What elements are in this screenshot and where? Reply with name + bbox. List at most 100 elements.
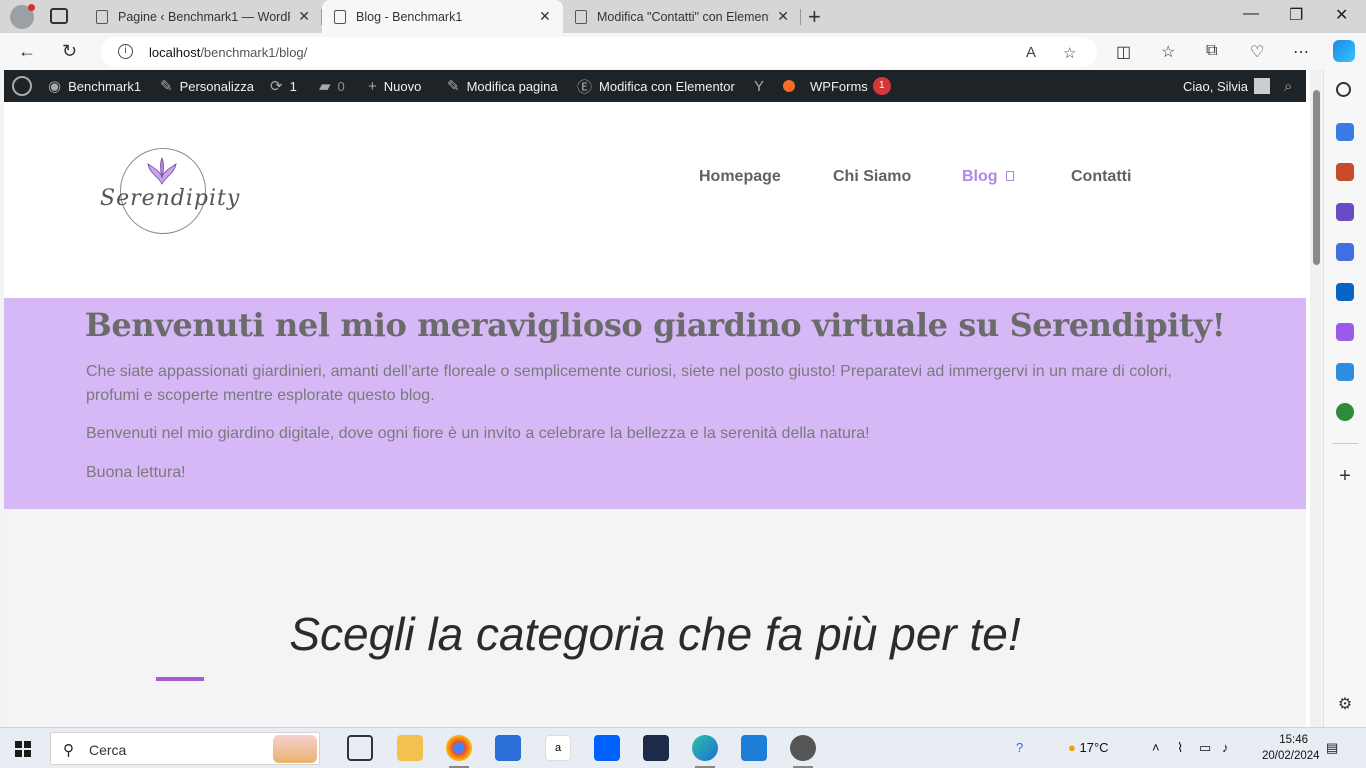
edit-elementor-label: Modifica con Elementor <box>599 78 735 94</box>
taskbar-search[interactable]: ⚲ Cerca <box>50 732 320 765</box>
microsoft-store-icon[interactable] <box>495 735 521 761</box>
updates-link[interactable]: ⟳ 1 <box>270 70 297 102</box>
close-window-button[interactable]: ✕ <box>1335 5 1348 25</box>
show-hidden-icons-chevron-icon[interactable]: ˄ <box>1152 740 1160 755</box>
github-desktop-icon[interactable] <box>790 735 816 768</box>
nav-blog-label: Blog <box>962 168 998 185</box>
nav-chi-siamo[interactable]: Chi Siamo <box>833 168 911 186</box>
search-icon[interactable] <box>1336 82 1351 97</box>
tree-icon[interactable] <box>1336 403 1354 421</box>
help-icon[interactable]: ? <box>1016 740 1023 755</box>
yoast-icon: Y <box>754 77 765 95</box>
close-icon[interactable]: ✕ <box>777 8 789 25</box>
collections-icon[interactable]: ⧉ <box>1206 42 1217 60</box>
favorite-star-icon[interactable]: ☆ <box>1063 44 1076 62</box>
page-scrollbar[interactable] <box>1310 70 1323 727</box>
windows-start-icon[interactable] <box>15 741 31 757</box>
games-chess-icon[interactable] <box>1336 203 1354 221</box>
profile-avatar[interactable] <box>10 4 35 29</box>
scrollbar-thumb[interactable] <box>1313 90 1320 265</box>
new-content-link[interactable]: + Nuovo <box>368 70 421 102</box>
send-paper-plane-icon[interactable] <box>1336 363 1354 381</box>
page-icon <box>96 9 108 24</box>
pencil-icon: ✎ <box>447 78 460 95</box>
nav-contatti[interactable]: Contatti <box>1071 168 1131 186</box>
address-bar[interactable]: i localhost/benchmark1/blog/ A ☆ <box>101 37 1097 67</box>
customize-link[interactable]: ✎ Personalizza <box>160 70 254 102</box>
system-clock[interactable]: 15:46 20/02/2024 <box>1262 732 1320 764</box>
tab-actions-icon[interactable] <box>50 8 68 24</box>
chrome-icon[interactable] <box>446 735 472 768</box>
nav-blog[interactable]: Blog <box>962 168 1014 186</box>
favorites-icon[interactable]: ☆ <box>1161 42 1175 62</box>
close-icon[interactable]: ✕ <box>539 8 551 25</box>
wp-admin-bar: ◉ Benchmark1 ✎ Personalizza ⟳ 1 ▰ 0 + Nuovo ✎… <box>4 70 1306 102</box>
intro-paragraph-3: Buona lettura! <box>86 464 186 481</box>
site-header: Serendipity Homepage Chi Siamo Blog Cont… <box>4 102 1306 298</box>
comments-link[interactable]: ▰ 0 <box>319 70 345 102</box>
tools-briefcase-icon[interactable] <box>1336 163 1354 181</box>
read-aloud-icon[interactable]: A <box>1026 44 1036 61</box>
edit-page-link[interactable]: ✎ Modifica pagina <box>447 70 558 102</box>
category-section: Scegli la categoria che fa più per te! <box>4 509 1306 727</box>
powershell-icon[interactable] <box>643 735 669 761</box>
edge-icon[interactable] <box>692 735 718 768</box>
settings-gear-icon[interactable]: ⚙ <box>1336 696 1354 714</box>
search-icon: ⚲ <box>63 742 74 759</box>
search-icon: ⌕ <box>1284 77 1293 95</box>
updates-count: 1 <box>289 78 297 94</box>
category-heading: Scegli la categoria che fa più per te! <box>289 608 1021 660</box>
nav-homepage[interactable]: Homepage <box>699 168 781 186</box>
network-icon[interactable]: ⌇ <box>1177 740 1183 756</box>
page-icon <box>575 9 587 24</box>
shopping-tag-icon[interactable] <box>1336 123 1354 141</box>
admin-search-icon[interactable]: ⌕ <box>1284 70 1292 102</box>
browser-tab-strip: Pagine ‹ Benchmark1 — WordPress ✕ Blog -… <box>0 0 1366 33</box>
wpforms-link[interactable]: WPForms 1 <box>810 70 891 102</box>
site-logo[interactable]: Serendipity <box>100 146 241 236</box>
edge-sidebar: + ⚙ <box>1323 70 1366 727</box>
site-name-link[interactable]: ◉ Benchmark1 <box>48 70 141 102</box>
back-arrow-icon[interactable]: ← <box>18 41 36 62</box>
split-screen-icon[interactable]: ◫ <box>1116 42 1131 62</box>
outlook-icon[interactable] <box>1336 283 1354 301</box>
weather-widget[interactable]: ● 17°C <box>1068 740 1109 755</box>
greeting-label: Ciao, Silvia <box>1183 78 1249 94</box>
dropdown-caret-icon[interactable] <box>1005 171 1014 181</box>
tab-pagine[interactable]: Pagine ‹ Benchmark1 — WordPress ✕ <box>84 0 322 33</box>
refresh-icon[interactable]: ↻ <box>62 41 77 62</box>
tab-label: Pagine ‹ Benchmark1 — WordPress <box>118 9 290 24</box>
tab-blog[interactable]: Blog - Benchmark1 ✕ <box>322 0 563 33</box>
amazon-icon[interactable]: a <box>545 735 571 761</box>
info-icon[interactable]: i <box>118 44 133 59</box>
account-menu[interactable]: Ciao, Silvia <box>1183 70 1271 102</box>
task-view-icon[interactable] <box>347 735 373 761</box>
file-explorer-icon[interactable] <box>397 735 423 761</box>
weather-temp: 17°C <box>1079 740 1109 755</box>
volume-icon[interactable]: ♪ <box>1222 740 1229 755</box>
microsoft-365-icon[interactable] <box>1336 243 1354 261</box>
minimize-button[interactable]: — <box>1243 5 1259 23</box>
close-icon[interactable]: ✕ <box>298 8 310 25</box>
copilot-icon[interactable] <box>1333 40 1355 62</box>
updates-icon: ⟳ <box>270 78 283 95</box>
yoast-seo-link[interactable]: Y <box>754 70 771 102</box>
designer-icon[interactable] <box>1336 323 1354 341</box>
logo-script-text: Serendipity <box>100 186 241 211</box>
edit-with-elementor-link[interactable]: Ⓔ Modifica con Elementor <box>577 70 735 102</box>
restore-button[interactable]: ❐ <box>1289 5 1303 25</box>
new-label: Nuovo <box>383 78 422 94</box>
wp-logo-button[interactable] <box>12 70 32 102</box>
battery-icon[interactable]: ▭ <box>1199 740 1211 756</box>
dropbox-icon[interactable] <box>594 735 620 761</box>
tab-elementor[interactable]: Modifica "Contatti" con Elementor ✕ <box>563 0 801 33</box>
mail-icon[interactable] <box>741 735 767 761</box>
windows-taskbar: ⚲ Cerca a ? ● 17°C ˄ ⌇ ▭ ♪ 15:46 20/02/2… <box>0 727 1366 768</box>
wordpress-icon <box>12 76 32 96</box>
notifications-icon[interactable]: ▤ <box>1326 740 1338 756</box>
performance-icon[interactable]: ♡ <box>1250 42 1264 62</box>
new-tab-button[interactable]: + <box>808 4 821 30</box>
add-plus-icon[interactable]: + <box>1336 466 1354 486</box>
more-menu-icon[interactable]: ⋯ <box>1293 42 1309 62</box>
browser-toolbar: ← ↻ i localhost/benchmark1/blog/ A ☆ ◫ ☆… <box>0 33 1366 70</box>
